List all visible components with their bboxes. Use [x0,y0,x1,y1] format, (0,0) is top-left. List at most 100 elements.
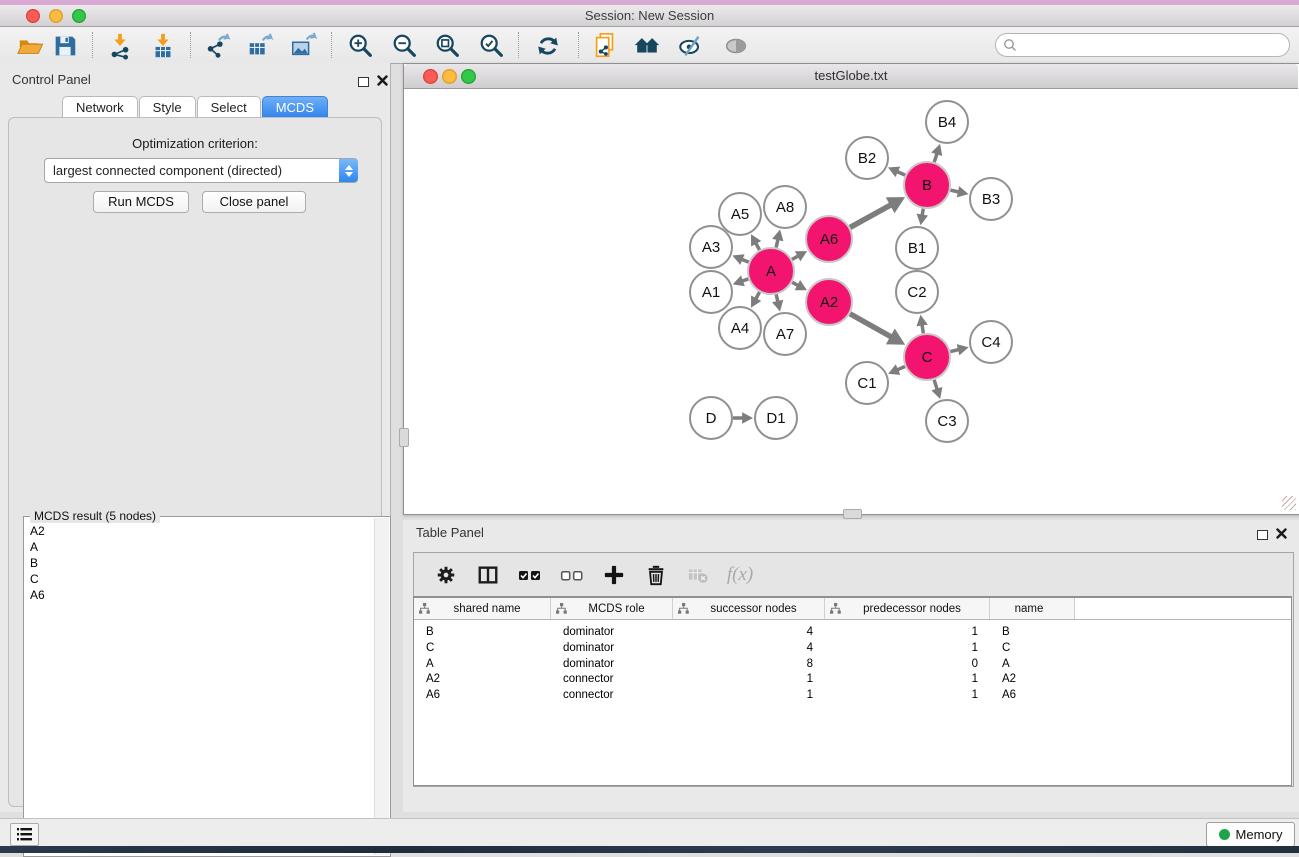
table-cell[interactable]: A6 [414,688,551,704]
network-close-button[interactable] [423,69,438,84]
mcds-result-list[interactable]: A2ABCA6 [25,523,375,855]
table-cell[interactable]: A [990,657,1075,673]
graph-node-B1[interactable]: B1 [896,227,938,269]
criterion-dropdown[interactable]: largest connected component (directed) [44,158,358,183]
delete-table-icon[interactable] [684,561,712,589]
graph-node-D1[interactable]: D1 [755,397,797,439]
table-cell[interactable]: dominator [551,641,673,657]
import-table-icon[interactable] [147,30,179,62]
graph-node-A[interactable]: A [748,248,794,294]
graph-node-A7[interactable]: A7 [764,313,806,355]
export-table-icon[interactable] [244,30,276,62]
graph-node-C[interactable]: C [904,334,950,380]
splitter-handle-horizontal[interactable] [843,509,862,519]
close-panel-icon[interactable] [1276,526,1287,544]
table-row[interactable]: Adominator80A [414,657,1291,673]
network-canvas[interactable]: B4B2BB3A5A8A6B1A3AC2A1A2A4A7C4CC1C3DD1 [404,89,1298,512]
table-settings-icon[interactable] [432,561,460,589]
close-panel-icon[interactable] [377,73,388,91]
graph-node-C3[interactable]: C3 [926,400,968,442]
float-panel-icon[interactable] [358,74,369,92]
column-header-successor-nodes[interactable]: successor nodes [673,598,825,619]
memory-button[interactable]: Memory [1206,822,1295,847]
scrollbar-track[interactable] [374,518,389,855]
graph-node-A1[interactable]: A1 [690,271,732,313]
graph-node-A5[interactable]: A5 [719,193,761,235]
show-hide-icon[interactable] [720,30,752,62]
table-row[interactable]: Bdominator41B [414,625,1291,641]
resize-grip-icon[interactable] [1282,496,1296,510]
graph-node-B3[interactable]: B3 [970,178,1012,220]
graph-node-C2[interactable]: C2 [896,271,938,313]
table-cell[interactable]: A6 [990,688,1075,704]
run-mcds-button[interactable]: Run MCDS [93,191,189,213]
export-network-icon[interactable] [202,30,234,62]
task-history-button[interactable] [10,823,39,846]
graph-node-A2[interactable]: A2 [806,279,852,325]
graph-node-C4[interactable]: C4 [970,321,1012,363]
zoom-window-button[interactable] [72,9,86,23]
graph-node-C1[interactable]: C1 [846,362,888,404]
table-cell[interactable]: 4 [673,625,825,641]
deselect-all-checkboxes-icon[interactable] [558,561,586,589]
graph-node-B[interactable]: B [904,162,950,208]
table-cell[interactable]: 1 [825,641,990,657]
table-cell[interactable]: C [990,641,1075,657]
graph-node-D[interactable]: D [690,397,732,439]
table-cell[interactable]: B [414,625,551,641]
function-builder-icon[interactable]: f(x) [726,561,754,589]
table-cell[interactable]: 0 [825,657,990,673]
toggle-graphics-details-icon[interactable] [675,30,707,62]
splitter-handle-vertical[interactable] [399,428,409,447]
table-row[interactable]: A2connector11A2 [414,672,1291,688]
column-header-predecessor-nodes[interactable]: predecessor nodes [825,598,990,619]
table-cell[interactable]: 8 [673,657,825,673]
minimize-window-button[interactable] [49,9,63,23]
float-panel-icon[interactable] [1257,527,1268,545]
network-zoom-button[interactable] [461,69,476,84]
table-row[interactable]: A6connector11A6 [414,688,1291,704]
zoom-fit-icon[interactable] [432,30,464,62]
table-cell[interactable]: dominator [551,657,673,673]
network-minimize-button[interactable] [442,69,457,84]
graph-node-B4[interactable]: B4 [926,101,968,143]
table-cell[interactable]: 1 [825,625,990,641]
table-cell[interactable]: dominator [551,625,673,641]
mcds-result-item[interactable]: A [25,539,375,555]
table-cell[interactable]: 1 [825,672,990,688]
table-row[interactable]: Cdominator41C [414,641,1291,657]
refresh-icon[interactable] [532,30,564,62]
table-cell[interactable]: 1 [673,672,825,688]
mcds-result-item[interactable]: B [25,555,375,571]
zoom-selected-icon[interactable] [476,30,508,62]
network-graph[interactable]: B4B2BB3A5A8A6B1A3AC2A1A2A4A7C4CC1C3DD1 [404,89,1298,512]
table-cell[interactable]: connector [551,688,673,704]
column-header-MCDS-role[interactable]: MCDS role [551,598,673,619]
table-cell[interactable]: A2 [414,672,551,688]
table-cell[interactable]: connector [551,672,673,688]
mcds-result-item[interactable]: A6 [25,587,375,603]
home-icon[interactable] [631,30,663,62]
graph-node-A8[interactable]: A8 [764,186,806,228]
export-image-icon[interactable] [287,30,319,62]
table-cell[interactable]: B [990,625,1075,641]
open-file-icon[interactable] [14,30,46,62]
graph-node-A4[interactable]: A4 [719,307,761,349]
column-header-name[interactable]: name [990,598,1075,619]
zoom-in-icon[interactable] [345,30,377,62]
table-cell[interactable]: A [414,657,551,673]
select-all-checkboxes-icon[interactable] [516,561,544,589]
open-recent-session-icon[interactable] [589,30,621,62]
add-column-icon[interactable] [600,561,628,589]
table-cell[interactable]: 1 [825,688,990,704]
save-session-icon[interactable] [49,30,81,62]
zoom-out-icon[interactable] [389,30,421,62]
delete-columns-icon[interactable] [642,561,670,589]
mcds-result-item[interactable]: C [25,571,375,587]
close-window-button[interactable] [26,9,40,23]
table-cell[interactable]: 1 [673,688,825,704]
graph-node-A6[interactable]: A6 [806,216,852,262]
table-cell[interactable]: A2 [990,672,1075,688]
mcds-result-item[interactable]: A2 [25,523,375,539]
search-field[interactable] [995,33,1290,57]
